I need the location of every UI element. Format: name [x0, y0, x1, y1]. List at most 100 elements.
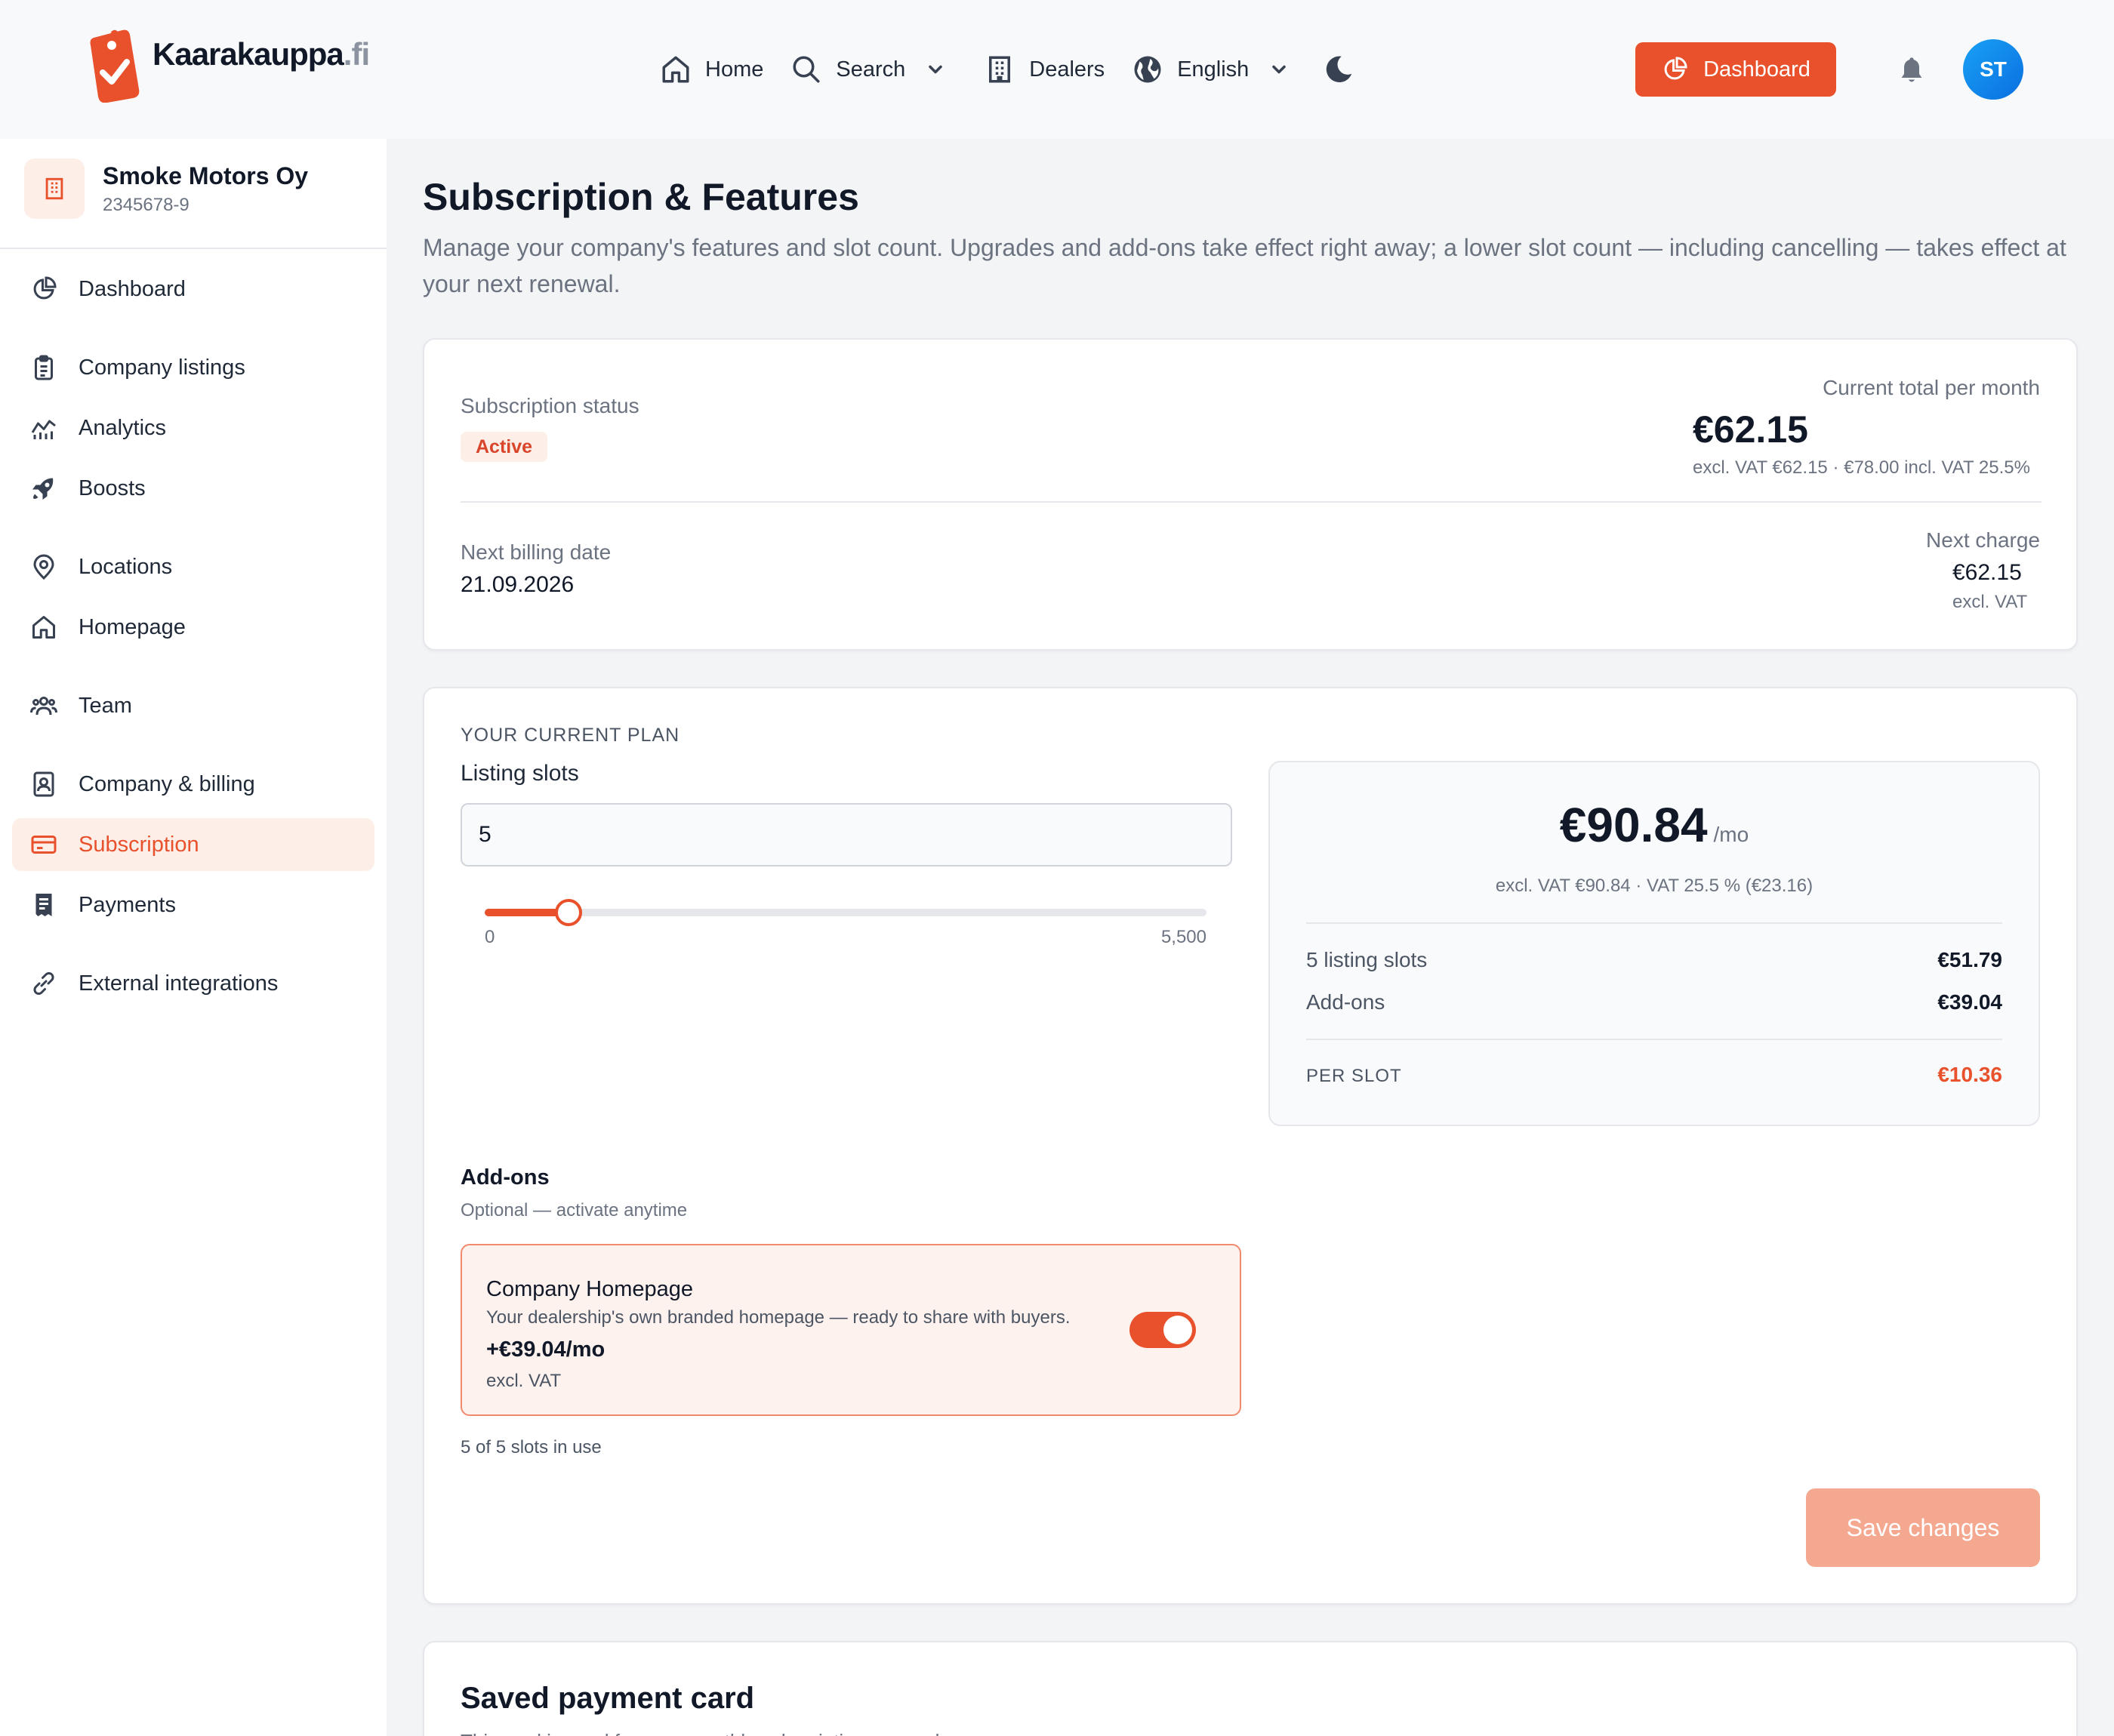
nav-dealers-label: Dealers — [1029, 57, 1105, 82]
current-total-vat-note: excl. VAT €62.15 · €78.00 incl. VAT 25.5… — [1693, 457, 2030, 478]
chevron-down-icon — [929, 65, 942, 74]
listing-slots-input[interactable] — [461, 803, 1232, 866]
addon-company-homepage[interactable]: Company Homepage Your dealership's own b… — [461, 1244, 1241, 1416]
nav-home-label: Home — [705, 57, 764, 82]
next-charge-vat-note: excl. VAT — [1952, 592, 2028, 612]
per-slot-value: €10.36 — [1937, 1063, 2002, 1086]
sidebar-item-label: Company listings — [79, 355, 245, 380]
language-label: English — [1177, 57, 1250, 82]
sidebar-item-label: Subscription — [79, 832, 199, 857]
sidebar-divider — [0, 248, 387, 249]
price-summary-box: €90.84/mo excl. VAT €90.84 · VAT 25.5 % … — [1268, 761, 2040, 1126]
page-title: Subscription & Features — [423, 176, 859, 218]
monthly-price-amount: €90.84 — [1559, 798, 1708, 852]
sidebar-item-team[interactable]: Team — [12, 679, 374, 732]
sidebar-item-company-listings[interactable]: Company listings — [12, 341, 374, 394]
price-row-label: Add-ons — [1306, 990, 1385, 1014]
monthly-price: €90.84/mo — [1270, 797, 2038, 853]
home-icon — [662, 56, 689, 83]
company-business-id: 2345678-9 — [103, 194, 190, 215]
addons-title: Add-ons — [461, 1165, 550, 1190]
nav-dealers[interactable]: Dealers — [984, 47, 1105, 92]
bell-icon[interactable] — [1897, 54, 1927, 86]
slider-thumb[interactable] — [555, 899, 582, 926]
link-icon — [33, 971, 54, 996]
dashboard-button-label: Dashboard — [1703, 57, 1810, 82]
price-row-value: €51.79 — [1937, 948, 2002, 971]
building-icon — [45, 177, 63, 200]
brand-tld: .fi — [343, 36, 370, 72]
addon-name: Company Homepage — [486, 1277, 694, 1301]
brand-wordmark: Kaarakauppa.fi — [153, 36, 370, 72]
dashboard-button[interactable]: Dashboard — [1635, 42, 1836, 97]
page-description: Manage your company's features and slot … — [423, 234, 2066, 297]
chevron-down-icon — [1272, 65, 1287, 74]
monthly-price-vat: excl. VAT €90.84 · VAT 25.5 % (€23.16) — [1495, 876, 1814, 896]
addon-toggle[interactable] — [1129, 1312, 1196, 1348]
addon-description: Your dealership's own branded homepage —… — [486, 1307, 1071, 1328]
save-changes-button[interactable]: Save changes — [1806, 1488, 2040, 1567]
status-badge: Active — [461, 432, 548, 462]
contact-book-icon — [33, 771, 54, 797]
saved-payment-card-section: Saved payment card This card is used for… — [423, 1641, 2078, 1736]
sidebar-item-dashboard[interactable]: Dashboard — [12, 263, 374, 315]
top-bar: Kaarakauppa.fi Home Search Dealers Engli… — [0, 0, 2114, 139]
price-divider — [1306, 922, 2002, 924]
monthly-price-unit: /mo — [1713, 823, 1749, 846]
status-divider — [461, 501, 2042, 503]
saved-card-title: Saved payment card — [461, 1682, 755, 1715]
sidebar-item-label: Company & billing — [79, 771, 255, 796]
price-row-value: €39.04 — [1937, 990, 2002, 1014]
sidebar-item-label: Payments — [79, 892, 176, 917]
subscription-status-card: Subscription status Active Current total… — [423, 338, 2078, 651]
price-divider — [1306, 1039, 2002, 1040]
sidebar-item-external-integrations[interactable]: External integrations — [12, 957, 374, 1010]
current-total-value: €62.15 — [1693, 408, 1808, 451]
sidebar-item-subscription[interactable]: Subscription — [12, 818, 374, 871]
home-icon — [32, 616, 55, 639]
company-switcher[interactable]: Smoke Motors Oy 2345678-9 — [24, 159, 308, 219]
sidebar-item-boosts[interactable]: Boosts — [12, 462, 374, 515]
sidebar-item-label: Locations — [79, 554, 173, 579]
moon-icon[interactable] — [1321, 52, 1356, 87]
sidebar-item-payments[interactable]: Payments — [12, 879, 374, 931]
users-icon — [30, 697, 57, 716]
price-tag-logo-icon — [90, 29, 140, 103]
language-selector[interactable]: English — [1132, 47, 1290, 92]
addons-subtitle: Optional — activate anytime — [461, 1200, 688, 1220]
sidebar-item-company-billing[interactable]: Company & billing — [12, 758, 374, 811]
next-billing-date: 21.09.2026 — [461, 572, 575, 597]
next-charge-label: Next charge — [1926, 528, 2040, 552]
app-root: Kaarakauppa.fi Home Search Dealers Engli… — [0, 0, 2114, 1736]
brand-logo[interactable]: Kaarakauppa.fi — [89, 27, 370, 103]
line-chart-icon — [31, 420, 56, 439]
addon-vat-note: excl. VAT — [486, 1371, 562, 1391]
next-charge-value: €62.15 — [1952, 560, 2022, 585]
next-billing-label: Next billing date — [461, 540, 612, 564]
sidebar-item-label: Homepage — [79, 614, 186, 639]
sidebar-item-analytics[interactable]: Analytics — [12, 402, 374, 454]
building-icon — [989, 56, 1011, 83]
sidebar-item-label: Boosts — [79, 476, 146, 500]
main-content: Subscription & Features Manage your comp… — [387, 139, 2114, 1736]
rocket-icon — [32, 478, 54, 500]
company-name: Smoke Motors Oy — [103, 162, 309, 189]
plan-section-eyebrow: YOUR CURRENT PLAN — [461, 725, 680, 746]
nav-home[interactable]: Home — [660, 47, 763, 92]
company-meta: Smoke Motors Oy 2345678-9 — [103, 162, 308, 216]
listing-slots-label: Listing slots — [461, 761, 579, 786]
per-slot-label: PER SLOT — [1306, 1066, 1402, 1086]
sidebar-item-label: External integrations — [79, 971, 279, 996]
nav-search[interactable]: Search — [790, 47, 946, 92]
user-avatar[interactable]: ST — [1963, 39, 2023, 100]
slider-min-label: 0 — [485, 927, 495, 947]
listing-slots-slider[interactable] — [485, 899, 1206, 926]
sidebar-item-homepage[interactable]: Homepage — [12, 601, 374, 654]
sidebar-item-locations[interactable]: Locations — [12, 540, 374, 593]
saved-card-subtitle: This card is used for your monthly subsc… — [461, 1730, 955, 1736]
clipboard-icon — [35, 355, 53, 380]
pie-chart-icon — [1664, 57, 1687, 80]
nav-search-label: Search — [836, 57, 906, 82]
toggle-knob — [1163, 1316, 1192, 1344]
subscription-status-label: Subscription status — [461, 394, 639, 417]
